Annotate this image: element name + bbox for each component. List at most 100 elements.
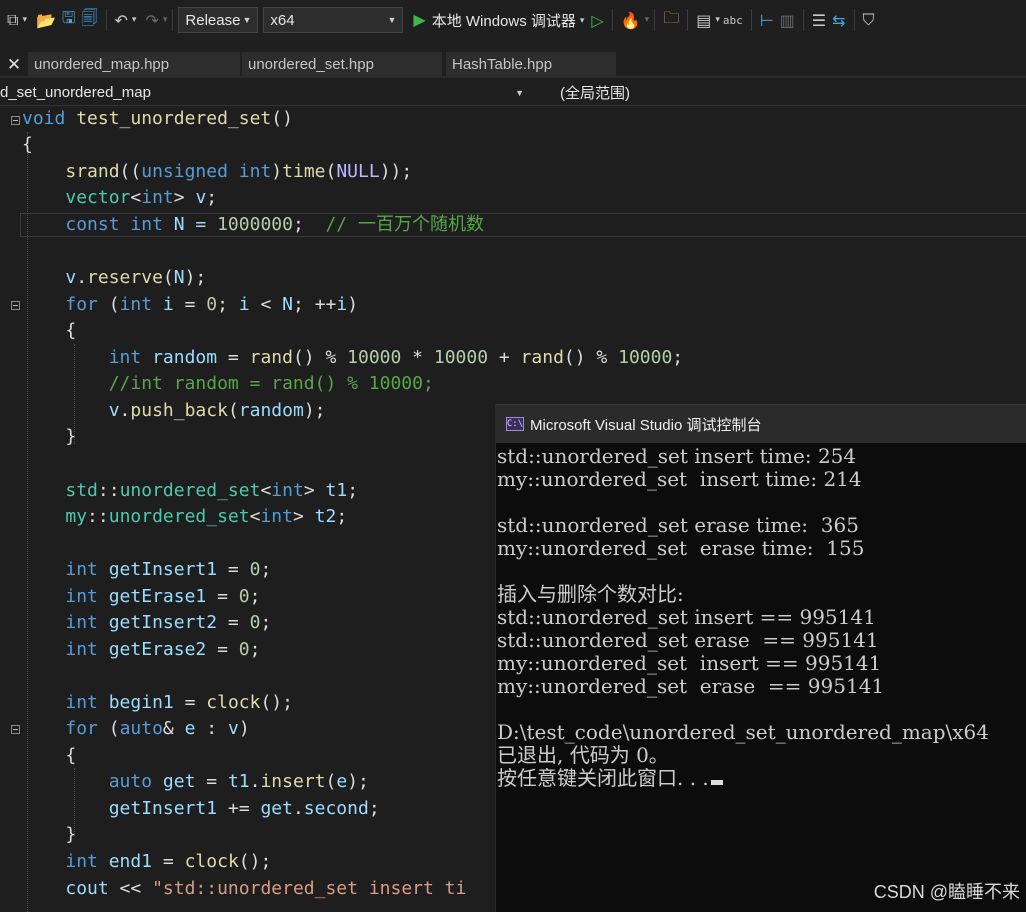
chevron-down-icon[interactable]: ▾ [163, 15, 168, 25]
token: ) [271, 161, 283, 182]
fold-toggle-icon[interactable] [11, 725, 20, 734]
token: + [488, 347, 521, 368]
chevron-down-icon[interactable]: ▾ [22, 15, 27, 25]
console-title: Microsoft Visual Studio 调试控制台 [530, 416, 762, 434]
token: ; [249, 586, 261, 607]
console-line: std::unordered_set erase == 995141 [497, 628, 879, 652]
scope-dropdown[interactable]: d_set_unordered_map ▼ [0, 80, 530, 105]
console-line: std::unordered_set insert time: 254 [497, 444, 857, 468]
console-prompt-text: 按任意键关闭此窗口. . . [497, 766, 709, 790]
run-no-debug-icon[interactable]: ▷ [588, 7, 606, 33]
member-value: (全局范围) [560, 85, 630, 102]
token: . [76, 267, 88, 288]
redo-icon[interactable]: ↷ [142, 7, 161, 33]
token: clock [206, 692, 261, 713]
tab-unordered-map[interactable]: unordered_map.hpp [28, 52, 240, 76]
console-line: my::unordered_set insert == 995141 [497, 651, 882, 675]
code-line: int getErase2 = 0; [22, 637, 260, 663]
save-all-icon[interactable]: 🗐 [79, 7, 101, 33]
toolbar-divider [750, 9, 752, 31]
token: unsigned [141, 161, 228, 182]
token: () % [563, 347, 619, 368]
token: () [271, 108, 293, 129]
layout-icon[interactable]: ▤ [693, 7, 714, 33]
token: < [130, 187, 142, 208]
debug-console-window[interactable]: C:\ Microsoft Visual Studio 调试控制台 std::u… [495, 404, 1026, 912]
console-line: my::unordered_set erase time: 155 [497, 536, 865, 560]
member-dropdown[interactable]: (全局范围) [560, 80, 630, 105]
token: reserve [87, 267, 163, 288]
code-line: int begin1 = clock(); [22, 690, 293, 716]
token: int [65, 851, 98, 872]
token: getInsert1 [108, 559, 218, 580]
document-tabs: unordered_map.hpp unordered_set.hpp Hash… [0, 52, 1026, 78]
code-line: int random = rand() % 10000 * 10000 + ra… [22, 345, 683, 371]
fold-toggle-icon[interactable] [11, 116, 20, 125]
token: get [162, 771, 196, 792]
platform-dropdown[interactable]: x64 ▼ [263, 7, 404, 33]
toggle-panel-icon[interactable]: ▥ [777, 7, 798, 33]
chevron-down-icon[interactable]: ▾ [645, 15, 650, 25]
token: < [260, 480, 272, 501]
token: int [65, 612, 98, 633]
console-title-bar[interactable]: C:\ Microsoft Visual Studio 调试控制台 [496, 405, 1026, 443]
code-line: cout << "std::unordered_set insert ti [22, 876, 466, 902]
token: = [217, 559, 250, 580]
token: i [162, 294, 174, 315]
hot-reload-icon[interactable]: 🔥 [618, 7, 644, 33]
token: v [65, 267, 77, 288]
undo-icon[interactable]: ↶ [112, 7, 131, 33]
token: ( [97, 294, 120, 315]
chevron-down-icon: ▼ [515, 87, 524, 98]
token: = [173, 692, 207, 713]
token: ; [206, 187, 218, 208]
code-line: { [22, 318, 76, 344]
token: = [217, 612, 250, 633]
chevron-down-icon: ▼ [387, 15, 397, 25]
save-icon[interactable]: 🖫 [59, 7, 79, 33]
token: ); [184, 267, 207, 288]
code-line: int getInsert1 = 0; [22, 557, 271, 583]
watermark: CSDN @瞌睡不来 [873, 882, 1020, 902]
fold-toggle-icon[interactable] [11, 301, 20, 310]
token: i [336, 294, 348, 315]
format-icon[interactable]: ⇆ [829, 7, 848, 33]
token: unordered_set [119, 480, 261, 501]
token: N = [162, 214, 218, 235]
tab-label: unordered_set.hpp [248, 55, 374, 73]
token: second [303, 798, 369, 819]
new-item-icon[interactable]: ⧉ [4, 7, 21, 33]
token: t1 [227, 771, 250, 792]
toolbar-divider [654, 9, 656, 31]
start-debugging-button[interactable]: ▶ 本地 Windows 调试器 ▾ [409, 7, 588, 33]
open-folder-icon[interactable]: 📂 [33, 7, 59, 33]
tab-unordered-set[interactable]: unordered_set.hpp [242, 52, 442, 76]
indent-icon[interactable]: ☰ [809, 7, 829, 33]
token: v [195, 187, 207, 208]
token: insert [260, 771, 326, 792]
chevron-down-icon[interactable]: ▾ [132, 15, 137, 25]
breakpoint-icon[interactable]: ⊢ [757, 7, 777, 33]
bookmark-icon[interactable]: ⛉ [860, 7, 878, 33]
navigation-bar: d_set_unordered_map ▼ (全局范围) [0, 80, 1026, 106]
configuration-dropdown[interactable]: Release ▼ [178, 7, 259, 33]
token: e [336, 771, 348, 792]
close-icon[interactable]: ✕ [0, 52, 28, 78]
token: getInsert1 [108, 798, 218, 819]
token: rand [520, 347, 564, 368]
token: ) [347, 294, 359, 315]
token: 10000 [618, 347, 673, 368]
token: > [303, 480, 326, 501]
console-output: std::unordered_set insert time: 254 my::… [496, 443, 1026, 790]
code-line: srand((unsigned int)time(NULL)); [22, 159, 412, 185]
code-line: //int random = rand() % 10000; [22, 371, 434, 397]
spell-check-icon[interactable]: abc [720, 7, 746, 33]
token: 0 [249, 612, 261, 633]
tab-hashtable[interactable]: HashTable.hpp [446, 52, 616, 76]
find-in-files-icon[interactable]: 🗀 [660, 7, 682, 33]
token: int [271, 480, 304, 501]
token: ); [347, 771, 369, 792]
token: my [65, 506, 88, 527]
console-line: D:\test_code\unordered_set_unordered_map… [497, 720, 990, 744]
